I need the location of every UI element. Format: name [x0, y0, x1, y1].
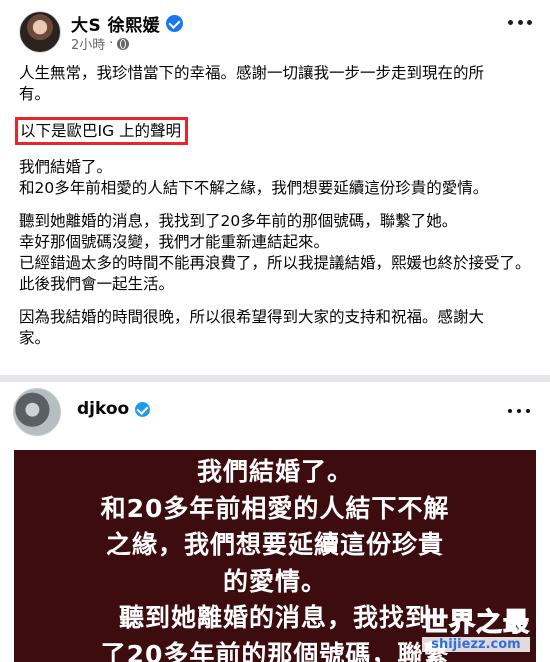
- watermark-url: shijiezz.com: [421, 637, 530, 652]
- more-options-icon[interactable]: [508, 408, 530, 414]
- text-line: 有。: [19, 85, 51, 103]
- story-line: 我們結婚了。: [196, 457, 353, 486]
- text-line: 因為我結婚的時間很晚，所以很希望得到大家的支持和祝福。感謝大: [19, 308, 485, 326]
- post-body: 人生無常，我珍惜當下的幸福。感謝一切讓我一步一步走到現在的所 有。 以下是歐巴I…: [15, 63, 534, 349]
- section-divider: [0, 375, 550, 382]
- text-line: 和20多年前相愛的人結下不解之緣，我們想要延續這份珍貴的愛情。: [19, 179, 489, 197]
- verified-icon: [135, 401, 151, 417]
- more-options-icon[interactable]: [508, 18, 532, 26]
- post-paragraph-1: 我們結婚了。 和20多年前相愛的人結下不解之緣，我們想要延續這份珍貴的愛情。: [19, 157, 534, 199]
- meta-separator: ·: [109, 36, 114, 51]
- highlight-paragraph: 以下是歐巴IG 上的聲明: [15, 117, 534, 145]
- text-line: 已經錯過太多的時間不能再浪費了，所以我提議結婚，熙媛也終於接受了。: [19, 254, 531, 272]
- text-line: 聽到她離婚的消息，我找到了20多年前的那個號碼，聯繫了她。: [19, 212, 458, 230]
- story-line: 之緣，我們想要延續這份珍貴: [105, 530, 444, 559]
- post-paragraph-intro: 人生無常，我珍惜當下的幸福。感謝一切讓我一步一步走到現在的所 有。: [19, 63, 534, 105]
- ig-header: djkoo: [77, 399, 151, 419]
- verified-icon: [166, 15, 184, 32]
- ig-avatar[interactable]: [13, 388, 61, 436]
- author-name[interactable]: 大S 徐熙媛: [71, 11, 160, 36]
- globe-icon[interactable]: [117, 37, 130, 50]
- watermark-title: 世界之最: [421, 608, 530, 639]
- post-time[interactable]: 2小時: [71, 34, 105, 53]
- author-header: 大S 徐熙媛: [71, 11, 184, 36]
- instagram-post: djkoo 我們結婚了。 和20多年前相愛的人結下不解 之緣，我們想要延續這份珍…: [0, 382, 550, 662]
- text-line: 人生無常，我珍惜當下的幸福。感謝一切讓我一步一步走到現在的所: [19, 64, 485, 82]
- story-line: 的愛情。: [222, 566, 327, 596]
- ig-username[interactable]: djkoo: [77, 399, 129, 419]
- site-watermark: 世界之最 shijiezz.com: [421, 602, 530, 652]
- post-meta: 2小時 ·: [71, 34, 130, 53]
- ig-story-image: 我們結婚了。 和20多年前相愛的人結下不解 之緣，我們想要延續這份珍貴 的愛情。…: [14, 450, 536, 662]
- post-paragraph-2: 聽到她離婚的消息，我找到了20多年前的那個號碼，聯繫了她。 幸好那個號碼沒變，我…: [19, 211, 534, 295]
- highlighted-statement: 以下是歐巴IG 上的聲明: [15, 117, 189, 145]
- post-paragraph-3: 因為我結婚的時間很晚，所以很希望得到大家的支持和祝福。感謝大 家。: [19, 307, 534, 349]
- text-line: 我們結婚了。: [19, 158, 113, 176]
- story-line: 和20多年前相愛的人結下不解: [100, 493, 450, 523]
- text-line: 此後我們會一起生活。: [19, 275, 175, 293]
- facebook-post: 大S 徐熙媛 2小時 · 人生無常，我珍惜當下的幸福。感謝一切讓我一步一步走到現…: [0, 0, 550, 375]
- text-line: 家。: [19, 329, 51, 347]
- text-line: 幸好那個號碼沒變，我們才能重新連結起來。: [19, 233, 330, 251]
- author-avatar[interactable]: [19, 11, 61, 53]
